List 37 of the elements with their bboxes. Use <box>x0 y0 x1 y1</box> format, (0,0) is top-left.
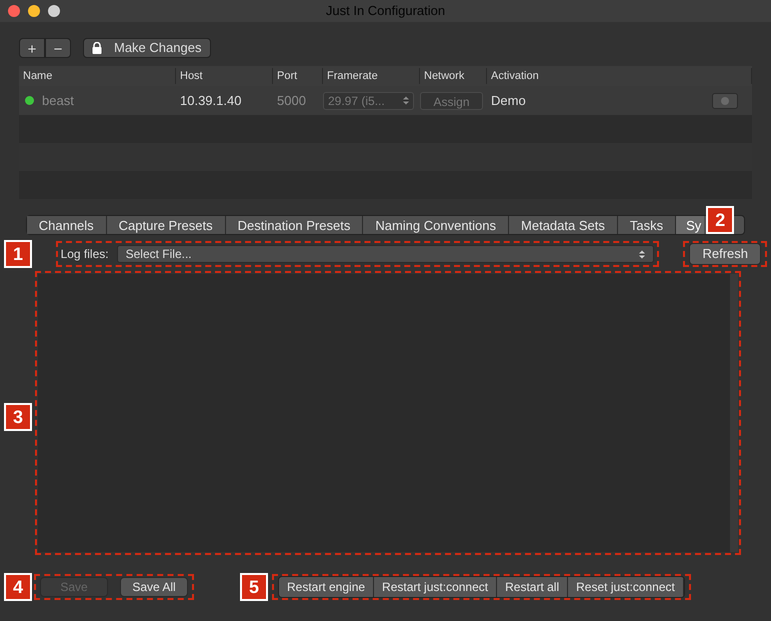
column-header[interactable]: Host <box>176 68 273 84</box>
log-files-label: Log files: <box>60 246 109 263</box>
make-changes-button[interactable]: Make Changes <box>83 38 211 58</box>
window-title: Just In Configuration <box>326 2 446 20</box>
callout-number: 5 <box>240 573 268 601</box>
settings-button[interactable] <box>712 92 738 108</box>
save-button[interactable]: Save All <box>120 577 188 597</box>
zoom-icon[interactable] <box>48 5 60 17</box>
restart-button[interactable]: Reset just:connect <box>568 577 684 597</box>
callout-number: 1 <box>4 240 32 268</box>
lock-icon <box>92 42 102 54</box>
column-header[interactable]: Port <box>273 68 323 84</box>
column-header[interactable]: Framerate <box>323 68 420 84</box>
table-cell-text: Demo <box>490 92 526 110</box>
callout-number: 2 <box>706 206 734 234</box>
column-header[interactable]: Name <box>19 68 176 84</box>
column-header[interactable]: Network <box>420 68 487 84</box>
tab[interactable]: Channels <box>26 216 107 234</box>
table-cell-text: 10.39.1.40 <box>179 92 242 110</box>
column-header[interactable]: Activation <box>487 68 752 84</box>
callout-number: 4 <box>4 573 32 601</box>
restart-button[interactable]: Restart just:connect <box>374 577 498 597</box>
scrollbar[interactable] <box>730 274 738 552</box>
table-cell-text: beast <box>42 92 74 110</box>
callout-number: 3 <box>4 403 32 431</box>
restart-button[interactable]: Restart all <box>497 577 568 597</box>
refresh-button[interactable]: Refresh <box>689 243 761 265</box>
tab[interactable]: Sy <box>676 216 704 234</box>
restart-button[interactable]: Restart engine <box>279 577 374 597</box>
remove-button[interactable]: − <box>45 38 71 58</box>
table-cell-text: 5000 <box>276 92 307 110</box>
minimize-icon[interactable] <box>28 5 40 17</box>
stepper-icon <box>403 96 409 105</box>
add-button[interactable]: + <box>19 38 45 58</box>
close-icon[interactable] <box>8 5 20 17</box>
log-file-dropdown[interactable]: Select File... <box>116 245 654 263</box>
stepper-icon <box>639 250 646 258</box>
